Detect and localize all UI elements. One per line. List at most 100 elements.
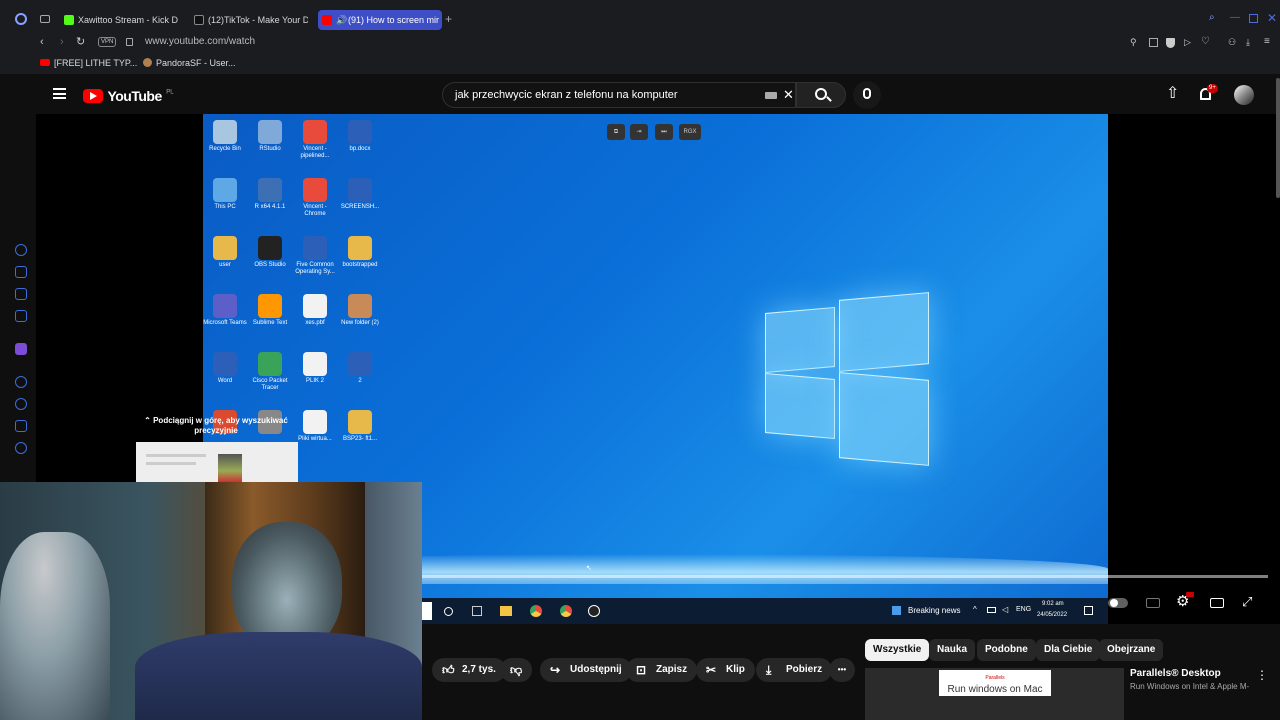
desktop-icon[interactable]: New folder (2) <box>338 294 382 327</box>
speaker-icon[interactable]: 🔊 <box>336 10 347 30</box>
chip-for-you[interactable]: Dla Ciebie <box>1036 639 1101 661</box>
download-button[interactable]: ⤓ Pobierz <box>756 658 833 682</box>
restore-icon[interactable] <box>1249 14 1258 23</box>
profile-icon[interactable]: ⚇ <box>1228 36 1236 48</box>
video-progress-bar[interactable] <box>422 575 1268 578</box>
close-window-icon[interactable]: ✕ <box>1267 11 1277 25</box>
chatgpt-icon[interactable] <box>15 266 27 278</box>
desktop-icon[interactable]: OBS Studio <box>248 236 292 269</box>
tab-tiktok[interactable]: (12)TikTok - Make Your Da <box>192 10 308 30</box>
clip-button[interactable]: ✂ Klip <box>696 658 755 682</box>
clear-search-icon[interactable]: ✕ <box>783 83 794 107</box>
ad-menu-icon[interactable]: ⋮ <box>1256 668 1268 682</box>
pin-icon[interactable]: ⚲ <box>1130 36 1137 48</box>
voice-search-button[interactable] <box>853 81 881 109</box>
mail-icon[interactable] <box>15 310 27 322</box>
file-explorer-icon[interactable] <box>500 606 512 616</box>
vpn-badge[interactable]: VPN <box>98 37 117 47</box>
overlay-button[interactable]: ⇥ <box>630 124 648 140</box>
desktop-icon[interactable]: This PC <box>203 178 247 211</box>
volume-icon[interactable]: ◁ <box>1002 605 1008 614</box>
hamburger-menu-icon[interactable] <box>53 88 66 99</box>
play-icon[interactable]: ▷ <box>1184 36 1191 48</box>
desktop-icon[interactable]: PLIK 2 <box>293 352 337 385</box>
back-icon[interactable]: ‹ <box>40 36 44 48</box>
desktop-icon[interactable]: Five Common Operating Sy... <box>293 236 337 276</box>
clock-time[interactable]: 9:02 am <box>1042 601 1064 607</box>
desktop-icon[interactable]: xes.pbf <box>293 294 337 327</box>
messenger-icon[interactable] <box>15 288 27 300</box>
chip-watched[interactable]: Obejrzane <box>1099 639 1164 661</box>
start-icon[interactable] <box>422 602 432 620</box>
desktop-icon[interactable]: Microsoft Teams <box>203 294 247 327</box>
notifications-button[interactable]: 9+ <box>1198 84 1218 106</box>
snapshot-icon[interactable] <box>1149 38 1158 47</box>
clock-date[interactable]: 24/05/2022 <box>1037 612 1067 618</box>
search-input[interactable]: jak przechwycic ekran z telefonu na komp… <box>442 82 796 108</box>
chrome-icon[interactable] <box>560 605 572 617</box>
extensions-icon[interactable] <box>15 420 27 432</box>
adblock-shield-icon[interactable] <box>1166 38 1175 48</box>
desktop-icon[interactable]: bp.docx <box>338 120 382 153</box>
desktop-icon[interactable]: Word <box>203 352 247 385</box>
opera-menu-icon[interactable] <box>15 13 27 25</box>
desktop-icon[interactable]: Vincent - pipelined... <box>293 120 337 160</box>
keyboard-icon[interactable] <box>765 92 777 99</box>
desktop-icon[interactable]: SCREENSH... <box>338 178 382 211</box>
youtube-logo[interactable]: YouTube PL <box>83 87 174 105</box>
avatar[interactable] <box>1234 85 1254 105</box>
chrome-icon[interactable] <box>530 605 542 617</box>
desktop-icon[interactable]: bootstrapped <box>338 236 382 269</box>
share-button[interactable]: ↪ Udostępnij <box>540 658 632 682</box>
desktop-icon[interactable]: Sublime Text <box>248 294 292 327</box>
page-scrollbar[interactable] <box>1276 78 1280 198</box>
like-button[interactable]: 👍︎ 2,7 tys. <box>432 658 506 682</box>
settings-icon[interactable] <box>15 442 27 454</box>
minimize-icon[interactable]: — <box>1230 12 1240 23</box>
subtitles-icon[interactable] <box>1146 598 1160 608</box>
tab-youtube-active[interactable]: 🔊 (91) How to screen mir <box>318 10 442 30</box>
player-icon[interactable] <box>15 376 27 388</box>
download-icon[interactable]: ⤓ <box>1246 36 1250 48</box>
overlay-button[interactable]: RGX <box>679 124 701 140</box>
task-view-icon[interactable] <box>472 606 482 616</box>
forward-icon[interactable]: › <box>60 36 64 48</box>
overlay-button[interactable]: ⧉ <box>607 124 625 140</box>
fullscreen-icon[interactable]: ⤢ <box>1242 595 1252 609</box>
url-field[interactable]: www.youtube.com/watch <box>145 36 255 47</box>
desktop-icon[interactable]: Recycle Bin <box>203 120 247 153</box>
bookmark-item[interactable]: PandoraSF - User... <box>143 58 236 68</box>
desktop-icon[interactable]: 2 <box>338 352 382 385</box>
desktop-icon[interactable]: RStudio <box>248 120 292 153</box>
notification-center-icon[interactable] <box>1084 606 1093 615</box>
save-button[interactable]: ⊡ Zapisz <box>626 658 698 682</box>
theater-mode-icon[interactable] <box>1210 598 1224 608</box>
desktop-icon[interactable]: Vincent - Chrome <box>293 178 337 218</box>
search-button[interactable] <box>796 82 846 108</box>
dislike-button[interactable]: 👎︎ <box>500 658 532 682</box>
tab-kick[interactable]: Xawittoo Stream - Kick Da <box>62 10 178 30</box>
obs-icon[interactable] <box>588 605 600 617</box>
desktop-icon[interactable]: R x64 4.1.1 <box>248 178 292 211</box>
news-widget-label[interactable]: Breaking news <box>908 606 960 615</box>
ad-title[interactable]: Parallels® Desktop <box>1130 668 1221 679</box>
search-circle-icon[interactable] <box>444 607 453 616</box>
more-actions-button[interactable]: ••• <box>829 658 855 682</box>
history-icon[interactable] <box>15 398 27 410</box>
reload-icon[interactable]: ↻ <box>76 36 85 48</box>
new-tab-plus-icon[interactable]: + <box>445 12 452 26</box>
chip-all[interactable]: Wszystkie <box>865 639 930 661</box>
search-tabs-icon[interactable]: ⌕ <box>1209 12 1215 23</box>
news-widget-icon[interactable] <box>892 606 901 615</box>
tab-overview-icon[interactable] <box>40 15 50 23</box>
ad-image[interactable]: Parallels Run windows on Mac <box>939 670 1051 696</box>
desktop-icon[interactable]: Pliki wirtua... <box>293 410 337 443</box>
desktop-icon[interactable]: Cisco Packet Tracer <box>248 352 292 392</box>
overlay-button[interactable]: ⏭ <box>655 124 673 140</box>
easy-setup-icon[interactable]: ≡ <box>1264 36 1270 48</box>
bookmark-item[interactable]: [FREE] LITHE TYP... <box>40 58 137 68</box>
upload-icon[interactable]: ⇧ <box>1166 86 1179 102</box>
tray-chevron-icon[interactable]: ^ <box>973 605 977 614</box>
heart-icon[interactable]: ♡ <box>1201 36 1210 48</box>
aria-icon[interactable] <box>15 244 27 256</box>
